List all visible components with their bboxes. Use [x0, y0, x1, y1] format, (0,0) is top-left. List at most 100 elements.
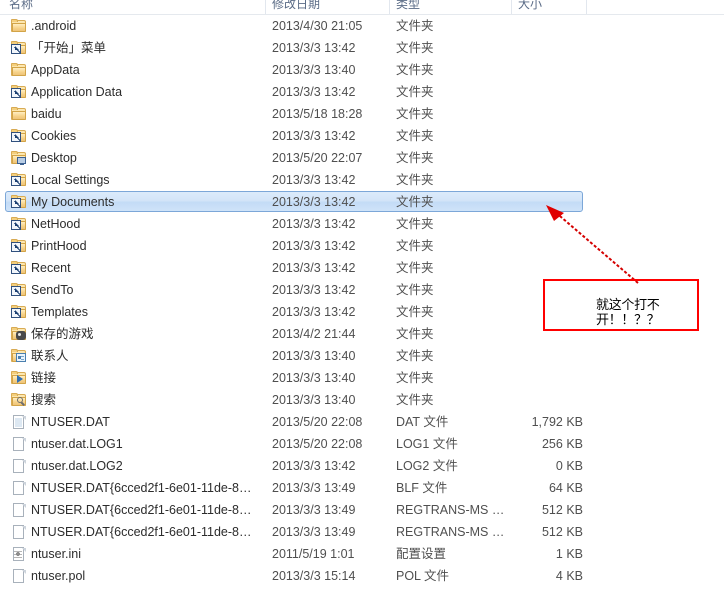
column-header-row[interactable]: 名称 修改日期 类型 大小	[0, 0, 724, 15]
folder-shortcut-icon	[11, 261, 27, 275]
file-type: 文件夹	[396, 327, 434, 341]
folder-links-icon	[11, 371, 27, 385]
file-type: 文件夹	[396, 63, 434, 77]
column-divider[interactable]	[265, 0, 266, 14]
dat-file-icon	[11, 415, 27, 429]
file-name[interactable]: ntuser.pol	[31, 565, 85, 587]
file-rows-container: .android 2013/4/30 21:05 文件夹 「开始」菜单 2013/3/3…	[0, 15, 724, 587]
file-date-modified: 2013/5/20 22:07	[272, 151, 363, 165]
table-row[interactable]: NTUSER.DAT{6cced2f1-6e01-11de-8… 2013/3/3…	[0, 499, 724, 521]
file-type: 文件夹	[396, 19, 434, 33]
column-header-type[interactable]: 类型	[396, 0, 420, 12]
table-row[interactable]: NTUSER.DAT 2013/5/20 22:08 DAT 文件 1,792 KB	[0, 411, 724, 433]
file-date-modified: 2013/5/18 18:28	[272, 107, 363, 121]
table-row[interactable]: Application Data 2013/3/3 13:42 文件夹	[0, 81, 724, 103]
table-row[interactable]: SendTo 2013/3/3 13:42 文件夹	[0, 279, 724, 301]
file-name[interactable]: Recent	[31, 257, 71, 279]
file-date-modified: 2013/3/3 13:49	[272, 525, 356, 539]
table-row[interactable]: PrintHood 2013/3/3 13:42 文件夹	[0, 235, 724, 257]
file-name[interactable]: Local Settings	[31, 169, 110, 191]
file-name[interactable]: 搜索	[31, 389, 56, 411]
table-row[interactable]: AppData 2013/3/3 13:40 文件夹	[0, 59, 724, 81]
file-name[interactable]: PrintHood	[31, 235, 87, 257]
table-row[interactable]: 搜索 2013/3/3 13:40 文件夹	[0, 389, 724, 411]
folder-searches-icon	[11, 393, 27, 407]
file-date-modified: 2013/3/3 13:42	[272, 305, 356, 319]
file-name[interactable]: Templates	[31, 301, 88, 323]
file-name[interactable]: AppData	[31, 59, 80, 81]
file-type: 文件夹	[396, 371, 434, 385]
folder-shortcut-icon	[11, 41, 27, 55]
file-date-modified: 2013/3/3 13:42	[272, 239, 356, 253]
file-icon	[11, 503, 27, 517]
table-row[interactable]: .android 2013/4/30 21:05 文件夹	[0, 15, 724, 37]
file-name[interactable]: 保存的游戏	[31, 323, 94, 345]
folder-icon	[11, 107, 27, 121]
file-name[interactable]: NTUSER.DAT	[31, 411, 110, 433]
column-divider[interactable]	[586, 0, 587, 14]
table-row[interactable]: 联系人 2013/3/3 13:40 文件夹	[0, 345, 724, 367]
table-row[interactable]: My Documents 2013/3/3 13:42 文件夹	[0, 191, 724, 213]
table-row[interactable]: ntuser.dat.LOG2 2013/3/3 13:42 LOG2 文件 0 KB	[0, 455, 724, 477]
table-row[interactable]: Cookies 2013/3/3 13:42 文件夹	[0, 125, 724, 147]
file-name[interactable]: 链接	[31, 367, 56, 389]
table-row[interactable]: 保存的游戏 2013/4/2 21:44 文件夹	[0, 323, 724, 345]
file-type: 文件夹	[396, 239, 434, 253]
file-name[interactable]: baidu	[31, 103, 62, 125]
file-type: 文件夹	[396, 41, 434, 55]
folder-shortcut-icon	[11, 129, 27, 143]
file-date-modified: 2013/3/3 13:42	[272, 217, 356, 231]
file-date-modified: 2013/3/3 13:42	[272, 283, 356, 297]
file-icon	[11, 481, 27, 495]
file-name[interactable]: .android	[31, 15, 76, 37]
file-type: 文件夹	[396, 261, 434, 275]
table-row[interactable]: Desktop 2013/5/20 22:07 文件夹	[0, 147, 724, 169]
file-type: 配置设置	[396, 547, 447, 561]
table-row[interactable]: baidu 2013/5/18 18:28 文件夹	[0, 103, 724, 125]
table-row[interactable]: NetHood 2013/3/3 13:42 文件夹	[0, 213, 724, 235]
file-date-modified: 2013/3/3 13:42	[272, 195, 356, 209]
file-date-modified: 2013/3/3 13:49	[272, 503, 356, 517]
table-row[interactable]: ntuser.pol 2013/3/3 15:14 POL 文件 4 KB	[0, 565, 724, 587]
column-divider[interactable]	[389, 0, 390, 14]
table-row[interactable]: NTUSER.DAT{6cced2f1-6e01-11de-8… 2013/3/3…	[0, 521, 724, 543]
file-name[interactable]: NTUSER.DAT{6cced2f1-6e01-11de-8…	[31, 499, 251, 521]
file-name[interactable]: NetHood	[31, 213, 80, 235]
file-type: 文件夹	[396, 173, 434, 187]
table-row[interactable]: ntuser.dat.LOG1 2013/5/20 22:08 LOG1 文件 256…	[0, 433, 724, 455]
file-name[interactable]: 「开始」菜单	[31, 37, 106, 59]
column-header-date-modified[interactable]: 修改日期	[272, 0, 320, 12]
column-divider[interactable]	[511, 0, 512, 14]
file-name[interactable]: Application Data	[31, 81, 122, 103]
file-date-modified: 2013/3/3 13:40	[272, 371, 356, 385]
table-row[interactable]: 「开始」菜单 2013/3/3 13:42 文件夹	[0, 37, 724, 59]
file-size: 256 KB	[541, 437, 583, 451]
table-row[interactable]: ntuser.ini 2011/5/19 1:01 配置设置 1 KB	[0, 543, 724, 565]
column-header-name[interactable]: 名称	[9, 0, 33, 12]
file-name[interactable]: Desktop	[31, 147, 77, 169]
file-name[interactable]: SendTo	[31, 279, 73, 301]
file-date-modified: 2013/3/3 13:42	[272, 85, 356, 99]
file-name[interactable]: ntuser.ini	[31, 543, 81, 565]
column-header-size[interactable]: 大小	[518, 0, 542, 12]
table-row[interactable]: Local Settings 2013/3/3 13:42 文件夹	[0, 169, 724, 191]
file-name[interactable]: My Documents	[31, 191, 114, 213]
file-name[interactable]: 联系人	[31, 345, 69, 367]
file-name[interactable]: NTUSER.DAT{6cced2f1-6e01-11de-8…	[31, 521, 251, 543]
table-row[interactable]: NTUSER.DAT{6cced2f1-6e01-11de-8… 2013/3/3…	[0, 477, 724, 499]
file-name[interactable]: ntuser.dat.LOG2	[31, 455, 123, 477]
file-type: 文件夹	[396, 129, 434, 143]
file-list-view[interactable]: 名称 修改日期 类型 大小 .android 2013/4/30 21:05 文件夹…	[0, 0, 724, 596]
table-row[interactable]: 链接 2013/3/3 13:40 文件夹	[0, 367, 724, 389]
file-type: 文件夹	[396, 393, 434, 407]
file-date-modified: 2013/3/3 13:42	[272, 459, 356, 473]
file-icon	[11, 459, 27, 473]
folder-shortcut-icon	[11, 283, 27, 297]
file-name[interactable]: ntuser.dat.LOG1	[31, 433, 123, 455]
file-name[interactable]: Cookies	[31, 125, 76, 147]
table-row[interactable]: Recent 2013/3/3 13:42 文件夹	[0, 257, 724, 279]
folder-contacts-icon	[11, 349, 27, 363]
file-size: 4 KB	[555, 569, 583, 583]
file-name[interactable]: NTUSER.DAT{6cced2f1-6e01-11de-8…	[31, 477, 251, 499]
table-row[interactable]: Templates 2013/3/3 13:42 文件夹	[0, 301, 724, 323]
